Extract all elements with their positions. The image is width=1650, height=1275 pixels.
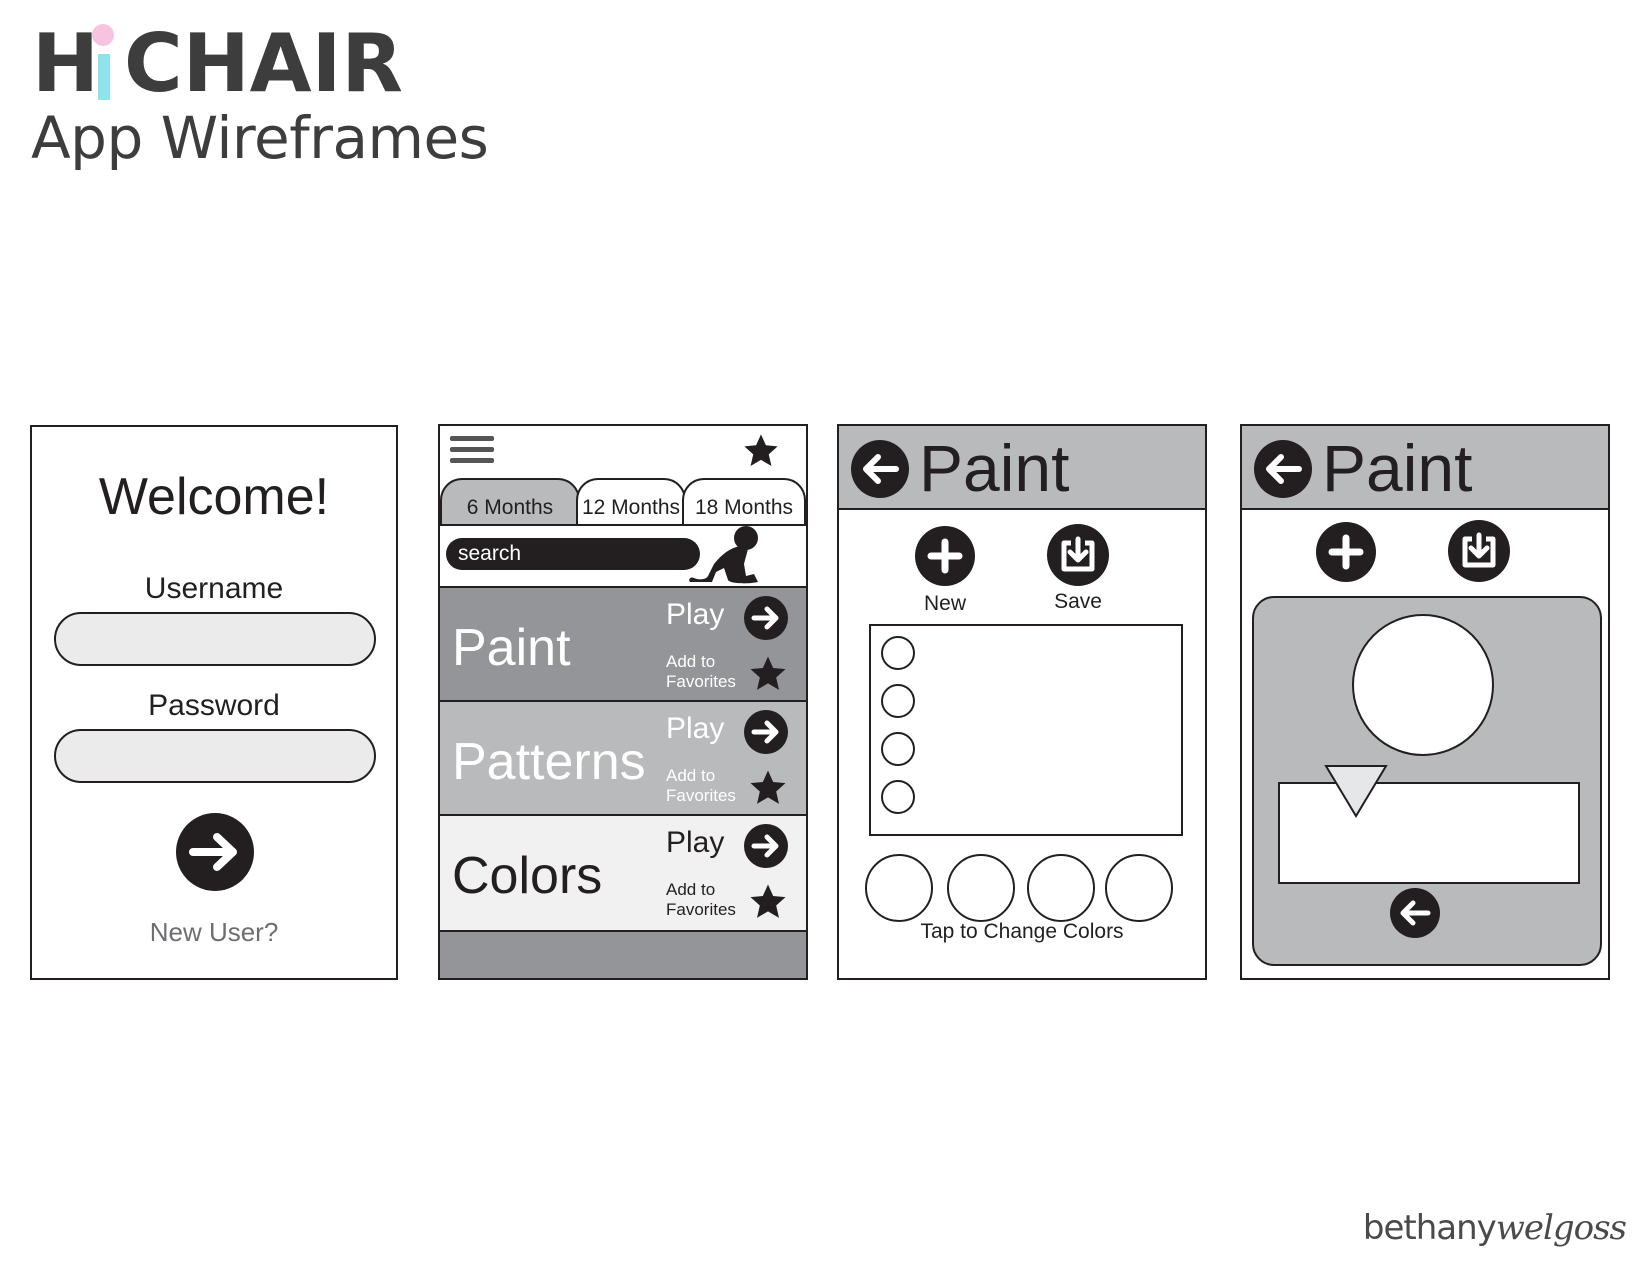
add-favorites-label: Add to Favorites xyxy=(666,652,736,691)
bottom-bar xyxy=(440,930,806,978)
star-icon[interactable] xyxy=(748,654,788,694)
activity-row-paint[interactable]: Paint Play Add to Favorites xyxy=(440,586,806,702)
username-field[interactable] xyxy=(54,612,376,666)
list-option[interactable] xyxy=(881,684,915,718)
app-logo: H CHAIR xyxy=(32,24,432,104)
canvas-card xyxy=(1252,596,1602,966)
credit-first: bethany xyxy=(1362,1208,1497,1248)
new-user-link[interactable]: New User? xyxy=(32,917,396,948)
arrow-right-icon xyxy=(189,833,237,871)
author-credit: bethanywelgoss xyxy=(1362,1208,1627,1248)
arrow-left-icon xyxy=(1266,454,1302,484)
paint-header: Paint xyxy=(839,426,1205,510)
add-favorites-label: Add to Favorites xyxy=(666,880,736,919)
back-button[interactable] xyxy=(1254,440,1312,498)
list-option[interactable] xyxy=(881,780,915,814)
browse-screen: 6 Months 12 Months 18 Months search Pain… xyxy=(438,424,808,980)
hamburger-icon[interactable] xyxy=(440,426,500,466)
activity-row-colors[interactable]: Colors Play Add to Favorites xyxy=(440,814,806,930)
tab-12-months[interactable]: 12 Months xyxy=(576,478,686,524)
play-label: Play xyxy=(666,826,725,859)
password-label: Password xyxy=(148,689,280,722)
arrow-right-icon xyxy=(751,720,779,744)
tab-6-months[interactable]: 6 Months xyxy=(440,478,580,524)
list-option[interactable] xyxy=(881,636,915,670)
star-icon[interactable] xyxy=(748,882,788,922)
new-label: New xyxy=(923,592,966,615)
drawing-list-box xyxy=(869,624,1183,836)
add-favorites-label: Add to Favorites xyxy=(666,766,736,805)
shape-triangle[interactable] xyxy=(1324,764,1388,818)
arrow-left-icon xyxy=(863,454,899,484)
arrow-right-icon xyxy=(751,834,779,858)
play-label: Play xyxy=(666,598,725,631)
paint-menu-screen: Paint New Save Tap to Change Colors xyxy=(837,424,1207,980)
save-button[interactable] xyxy=(1047,524,1109,586)
page-title: Paint xyxy=(919,431,1070,505)
save-label: Save xyxy=(1054,590,1102,613)
plus-icon xyxy=(927,538,963,574)
login-screen: Welcome! Username Password New User? xyxy=(30,425,398,980)
shape-circle[interactable] xyxy=(1352,614,1494,756)
color-swatch[interactable] xyxy=(865,854,933,922)
crawling-baby-icon xyxy=(689,526,758,584)
page-title: Paint xyxy=(1322,431,1473,505)
search-input[interactable]: search xyxy=(446,538,700,570)
activity-title: Patterns xyxy=(452,733,646,791)
star-icon[interactable] xyxy=(742,432,780,470)
arrow-right-icon xyxy=(751,606,779,630)
logo-i-dot xyxy=(92,24,114,46)
login-submit-button[interactable] xyxy=(176,813,254,891)
paint-header: Paint xyxy=(1242,426,1608,510)
activity-title: Paint xyxy=(452,619,571,677)
tab-18-months[interactable]: 18 Months xyxy=(682,478,806,524)
password-field[interactable] xyxy=(54,729,376,783)
arrow-left-icon xyxy=(1400,900,1431,926)
activity-row-patterns[interactable]: Patterns Play Add to Favorites xyxy=(440,700,806,816)
back-button[interactable] xyxy=(851,440,909,498)
download-icon xyxy=(1462,532,1496,568)
new-button[interactable] xyxy=(1316,522,1376,582)
new-button[interactable] xyxy=(915,526,975,586)
play-label: Play xyxy=(666,712,725,745)
logo-word-chair: CHAIR xyxy=(124,17,403,110)
play-button[interactable] xyxy=(744,710,788,754)
credit-last: welgoss xyxy=(1495,1208,1627,1248)
activity-title: Colors xyxy=(452,847,603,905)
star-icon[interactable] xyxy=(748,768,788,808)
logo-letter-h: H xyxy=(32,17,99,110)
save-button[interactable] xyxy=(1448,520,1510,582)
logo-i-stem xyxy=(98,54,110,100)
play-button[interactable] xyxy=(744,824,788,868)
username-label: Username xyxy=(144,572,284,605)
welcome-heading: Welcome! xyxy=(98,468,330,526)
color-swatch[interactable] xyxy=(1027,854,1095,922)
download-icon xyxy=(1061,536,1095,572)
page-subtitle: App Wireframes xyxy=(31,104,489,172)
color-swatch[interactable] xyxy=(1105,854,1173,922)
list-option[interactable] xyxy=(881,732,915,766)
color-swatch[interactable] xyxy=(947,854,1015,922)
play-button[interactable] xyxy=(744,596,788,640)
tap-to-change-colors-label: Tap to Change Colors xyxy=(920,920,1124,943)
canvas-back-button[interactable] xyxy=(1390,888,1440,938)
paint-canvas-screen: Paint xyxy=(1240,424,1610,980)
plus-icon xyxy=(1328,534,1364,570)
